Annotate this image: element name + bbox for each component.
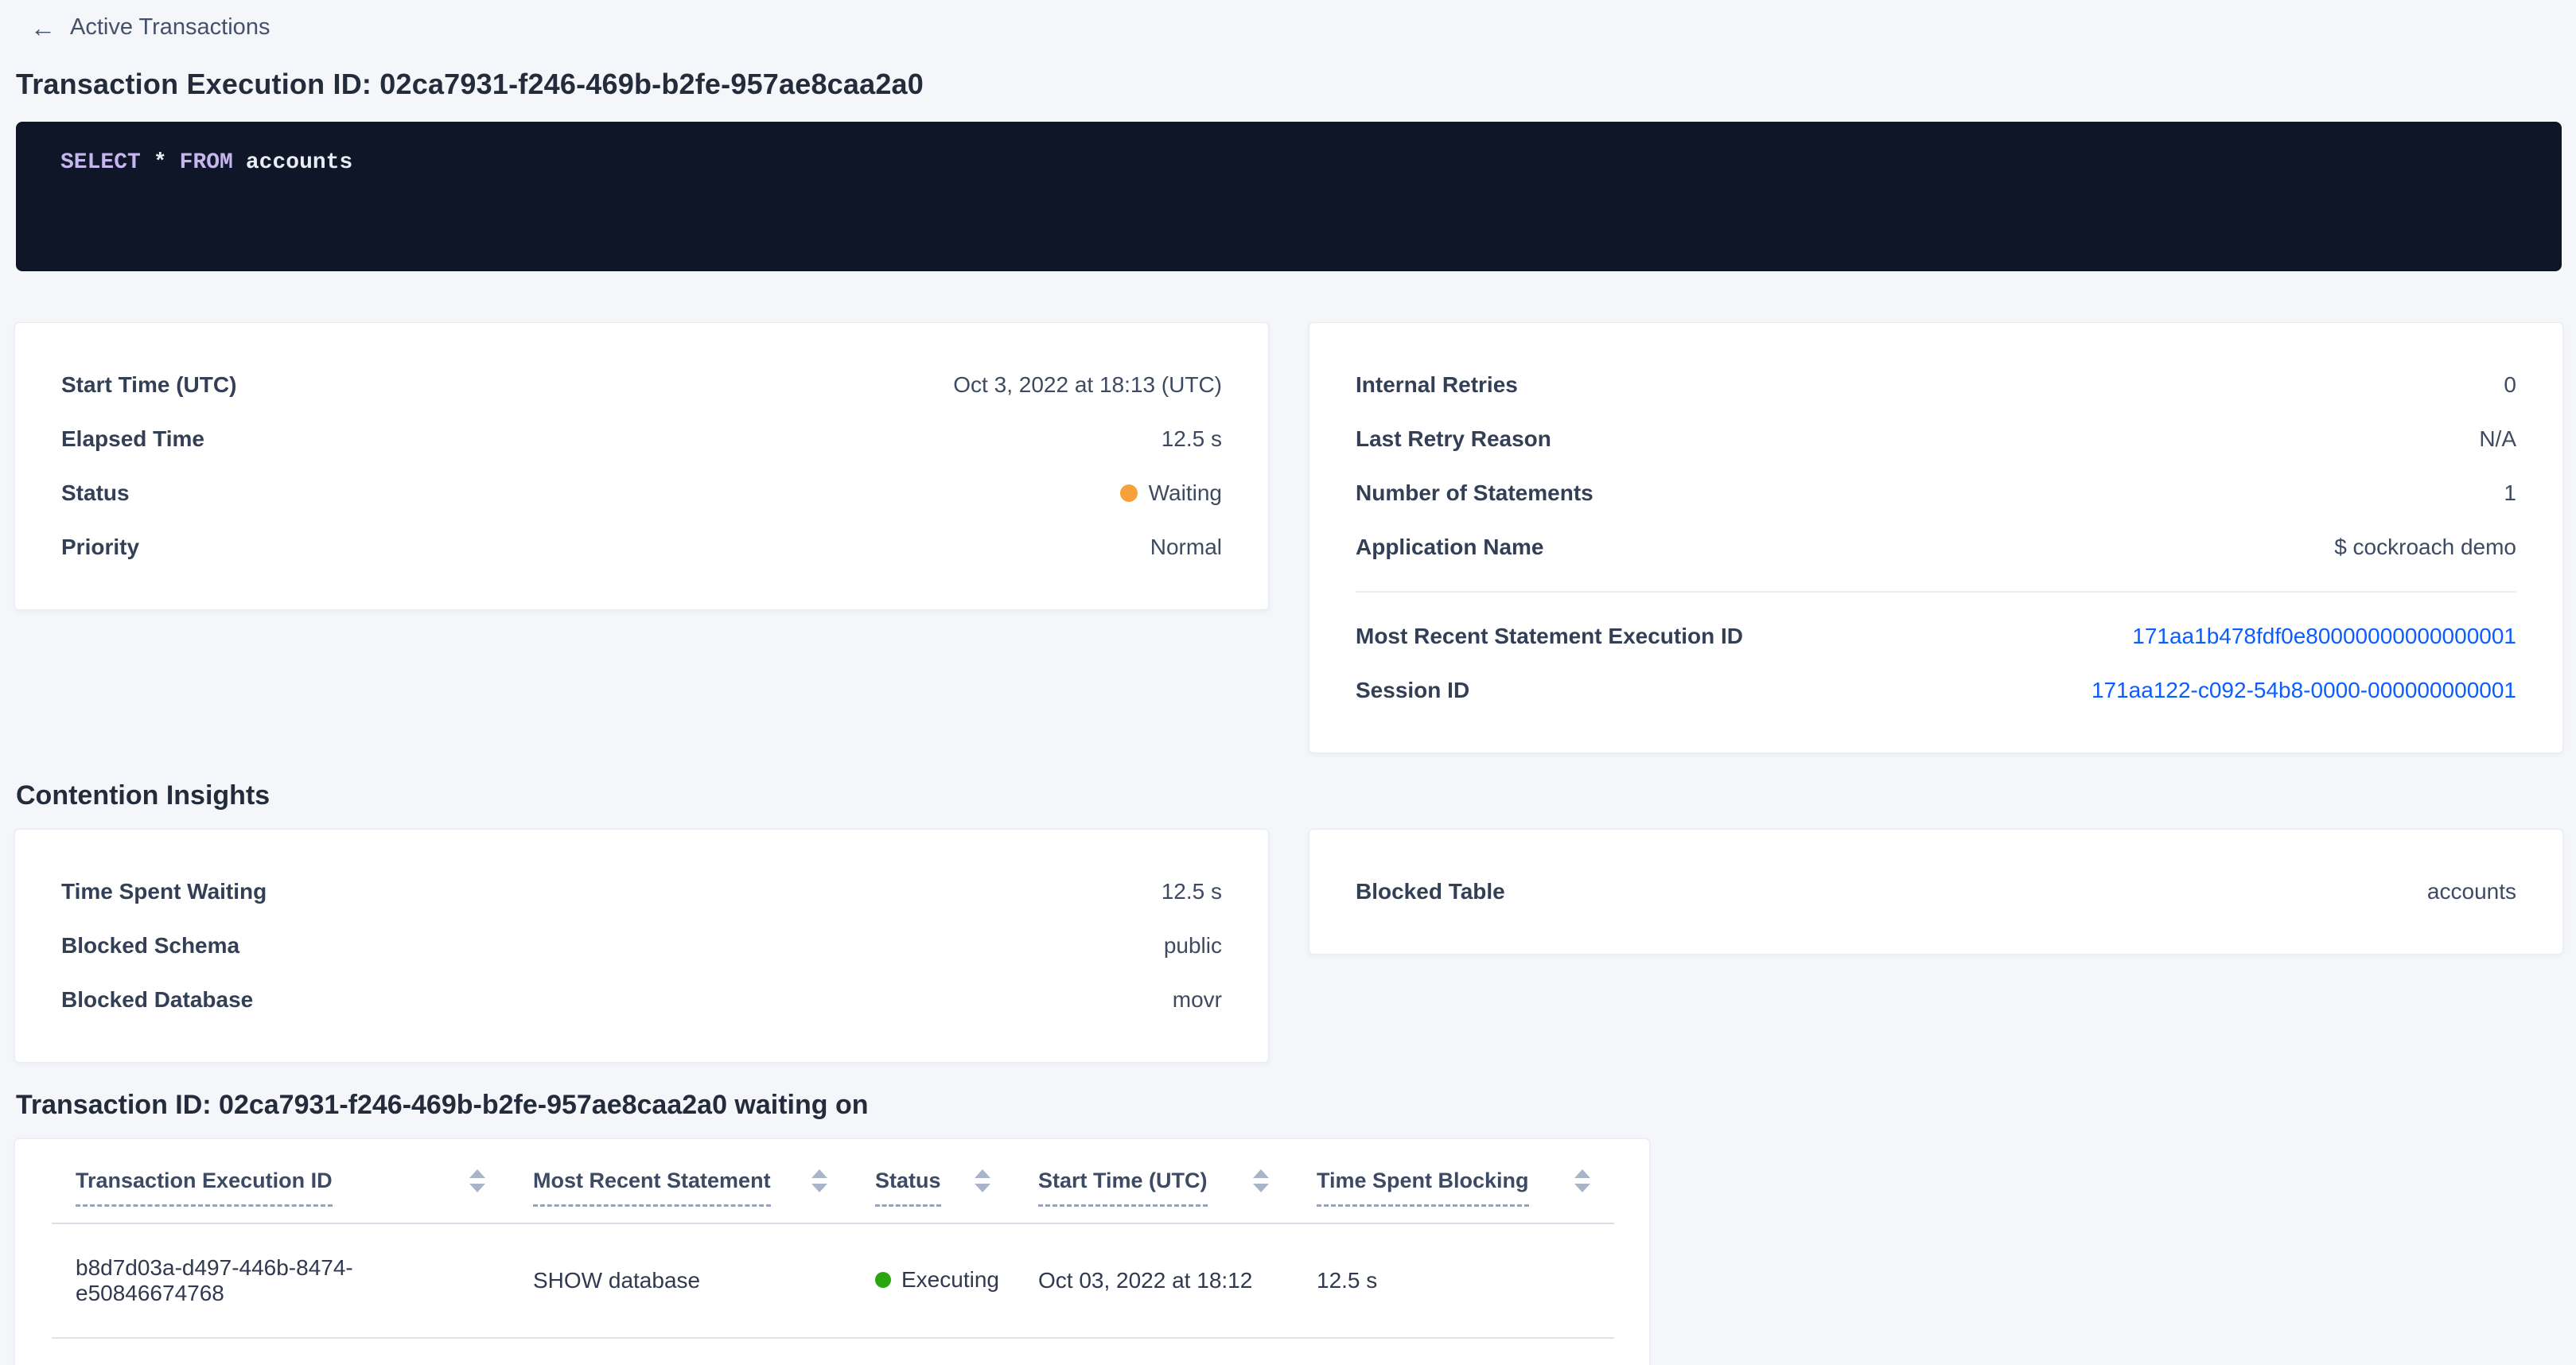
priority-row: Priority Normal xyxy=(61,520,1222,574)
elapsed-time-label: Elapsed Time xyxy=(61,426,204,452)
blocked-database-label: Blocked Database xyxy=(61,987,253,1013)
back-arrow-icon: ← xyxy=(30,15,56,41)
card-divider xyxy=(1356,591,2516,593)
status-executing-dot-icon xyxy=(875,1272,891,1288)
sort-icon[interactable] xyxy=(975,1169,990,1192)
application-name-label: Application Name xyxy=(1356,535,1543,560)
contention-cards-row: Time Spent Waiting 12.5 s Blocked Schema… xyxy=(14,829,2563,1063)
status-text: Executing xyxy=(901,1267,999,1293)
sql-table-name: accounts xyxy=(246,150,352,175)
blocked-schema-label: Blocked Schema xyxy=(61,933,239,959)
statement-count-label: Number of Statements xyxy=(1356,480,1593,506)
sort-down-arrow-icon xyxy=(811,1184,827,1192)
column-header-transaction-execution-id[interactable]: Transaction Execution ID xyxy=(52,1139,509,1223)
internal-retries-row: Internal Retries 0 xyxy=(1356,358,2516,412)
column-header-label[interactable]: Time Spent Blocking xyxy=(1317,1169,1529,1207)
sql-keyword-select: SELECT xyxy=(60,150,141,175)
sort-icon[interactable] xyxy=(811,1169,827,1192)
blocked-table-value: accounts xyxy=(2427,879,2516,904)
back-link[interactable]: ← Active Transactions xyxy=(30,14,270,41)
sort-down-arrow-icon xyxy=(975,1184,990,1192)
cell-transaction-execution-id: b8d7d03a-d497-446b-8474-e50846674768 xyxy=(52,1223,509,1338)
contention-insights-heading: Contention Insights xyxy=(16,780,2563,811)
session-id-label: Session ID xyxy=(1356,678,1469,703)
application-name-value: $ cockroach demo xyxy=(2334,535,2516,560)
statement-execution-id-label: Most Recent Statement Execution ID xyxy=(1356,624,1743,649)
blocked-database-value: movr xyxy=(1173,987,1222,1013)
cell-status: Executing xyxy=(851,1223,1014,1338)
column-header-label[interactable]: Start Time (UTC) xyxy=(1038,1169,1208,1207)
statement-count-value: 1 xyxy=(2504,480,2516,506)
blocked-schema-row: Blocked Schema public xyxy=(61,919,1222,973)
start-time-label: Start Time (UTC) xyxy=(61,372,236,398)
sort-up-arrow-icon xyxy=(811,1169,827,1178)
column-header-most-recent-statement[interactable]: Most Recent Statement xyxy=(509,1139,851,1223)
overview-right-card: Internal Retries 0 Last Retry Reason N/A… xyxy=(1309,322,2563,753)
status-row: Status Waiting xyxy=(61,466,1222,520)
table-row: b8d7d03a-d497-446b-8474-e50846674768 SHO… xyxy=(52,1223,1614,1338)
session-id-row: Session ID 171aa122-c092-54b8-0000-00000… xyxy=(1356,663,2516,718)
cell-start-time: Oct 03, 2022 at 18:12 xyxy=(1014,1223,1293,1338)
internal-retries-value: 0 xyxy=(2504,372,2516,398)
overview-left-card: Start Time (UTC) Oct 3, 2022 at 18:13 (U… xyxy=(14,322,1269,610)
elapsed-time-value: 12.5 s xyxy=(1162,426,1222,452)
waiting-transactions-table: Transaction Execution ID Most Recent Sta… xyxy=(52,1139,1614,1339)
overview-cards-row: Start Time (UTC) Oct 3, 2022 at 18:13 (U… xyxy=(14,322,2563,753)
blocked-schema-value: public xyxy=(1164,933,1222,959)
sort-down-arrow-icon xyxy=(1253,1184,1269,1192)
column-header-label[interactable]: Transaction Execution ID xyxy=(76,1169,333,1207)
contention-left-card: Time Spent Waiting 12.5 s Blocked Schema… xyxy=(14,829,1269,1063)
table-header-row: Transaction Execution ID Most Recent Sta… xyxy=(52,1139,1614,1223)
time-spent-waiting-row: Time Spent Waiting 12.5 s xyxy=(61,865,1222,919)
statement-count-row: Number of Statements 1 xyxy=(1356,466,2516,520)
sort-down-arrow-icon xyxy=(1574,1184,1590,1192)
contention-right-card: Blocked Table accounts xyxy=(1309,829,2563,955)
internal-retries-label: Internal Retries xyxy=(1356,372,1518,398)
sort-icon[interactable] xyxy=(1253,1169,1269,1192)
priority-value: Normal xyxy=(1150,535,1222,560)
sort-up-arrow-icon xyxy=(1574,1169,1590,1178)
session-id-link[interactable]: 171aa122-c092-54b8-0000-000000000001 xyxy=(2092,678,2516,703)
statement-execution-id-link[interactable]: 171aa1b478fdf0e80000000000000001 xyxy=(2132,624,2516,649)
page-title: Transaction Execution ID: 02ca7931-f246-… xyxy=(16,68,2563,101)
start-time-value: Oct 3, 2022 at 18:13 (UTC) xyxy=(953,372,1222,398)
last-retry-reason-row: Last Retry Reason N/A xyxy=(1356,412,2516,466)
start-time-row: Start Time (UTC) Oct 3, 2022 at 18:13 (U… xyxy=(61,358,1222,412)
sort-up-arrow-icon xyxy=(975,1169,990,1178)
sort-icon[interactable] xyxy=(469,1169,485,1192)
column-header-time-spent-blocking[interactable]: Time Spent Blocking xyxy=(1293,1139,1614,1223)
blocked-table-label: Blocked Table xyxy=(1356,879,1505,904)
waiting-on-heading: Transaction ID: 02ca7931-f246-469b-b2fe-… xyxy=(16,1090,2563,1121)
time-spent-waiting-value: 12.5 s xyxy=(1162,879,1222,904)
last-retry-reason-label: Last Retry Reason xyxy=(1356,426,1551,452)
sql-statement-box: SELECT * FROM accounts xyxy=(16,122,2562,271)
elapsed-time-row: Elapsed Time 12.5 s xyxy=(61,412,1222,466)
sql-star: * xyxy=(154,150,167,175)
waiting-transactions-card: Transaction Execution ID Most Recent Sta… xyxy=(14,1138,1650,1365)
column-header-label[interactable]: Most Recent Statement xyxy=(533,1169,771,1207)
statement-execution-id-row: Most Recent Statement Execution ID 171aa… xyxy=(1356,609,2516,663)
cell-time-spent-blocking: 12.5 s xyxy=(1293,1223,1614,1338)
sql-keyword-from: FROM xyxy=(180,150,233,175)
last-retry-reason-value: N/A xyxy=(2479,426,2516,452)
status-text: Waiting xyxy=(1149,480,1222,506)
cell-most-recent-statement: SHOW database xyxy=(509,1223,851,1338)
column-header-label[interactable]: Status xyxy=(875,1169,941,1207)
back-link-label: Active Transactions xyxy=(70,14,270,41)
sort-down-arrow-icon xyxy=(469,1184,485,1192)
priority-label: Priority xyxy=(61,535,139,560)
blocked-table-row: Blocked Table accounts xyxy=(1356,865,2516,919)
status-value: Waiting xyxy=(1120,480,1222,506)
status-waiting-dot-icon xyxy=(1120,484,1138,502)
column-header-status[interactable]: Status xyxy=(851,1139,1014,1223)
sort-up-arrow-icon xyxy=(1253,1169,1269,1178)
status-label: Status xyxy=(61,480,130,506)
sort-up-arrow-icon xyxy=(469,1169,485,1178)
time-spent-waiting-label: Time Spent Waiting xyxy=(61,879,267,904)
column-header-start-time[interactable]: Start Time (UTC) xyxy=(1014,1139,1293,1223)
sort-icon[interactable] xyxy=(1574,1169,1590,1192)
application-name-row: Application Name $ cockroach demo xyxy=(1356,520,2516,574)
transaction-details-page: ← Active Transactions Transaction Execut… xyxy=(0,0,2576,1365)
blocked-database-row: Blocked Database movr xyxy=(61,973,1222,1027)
